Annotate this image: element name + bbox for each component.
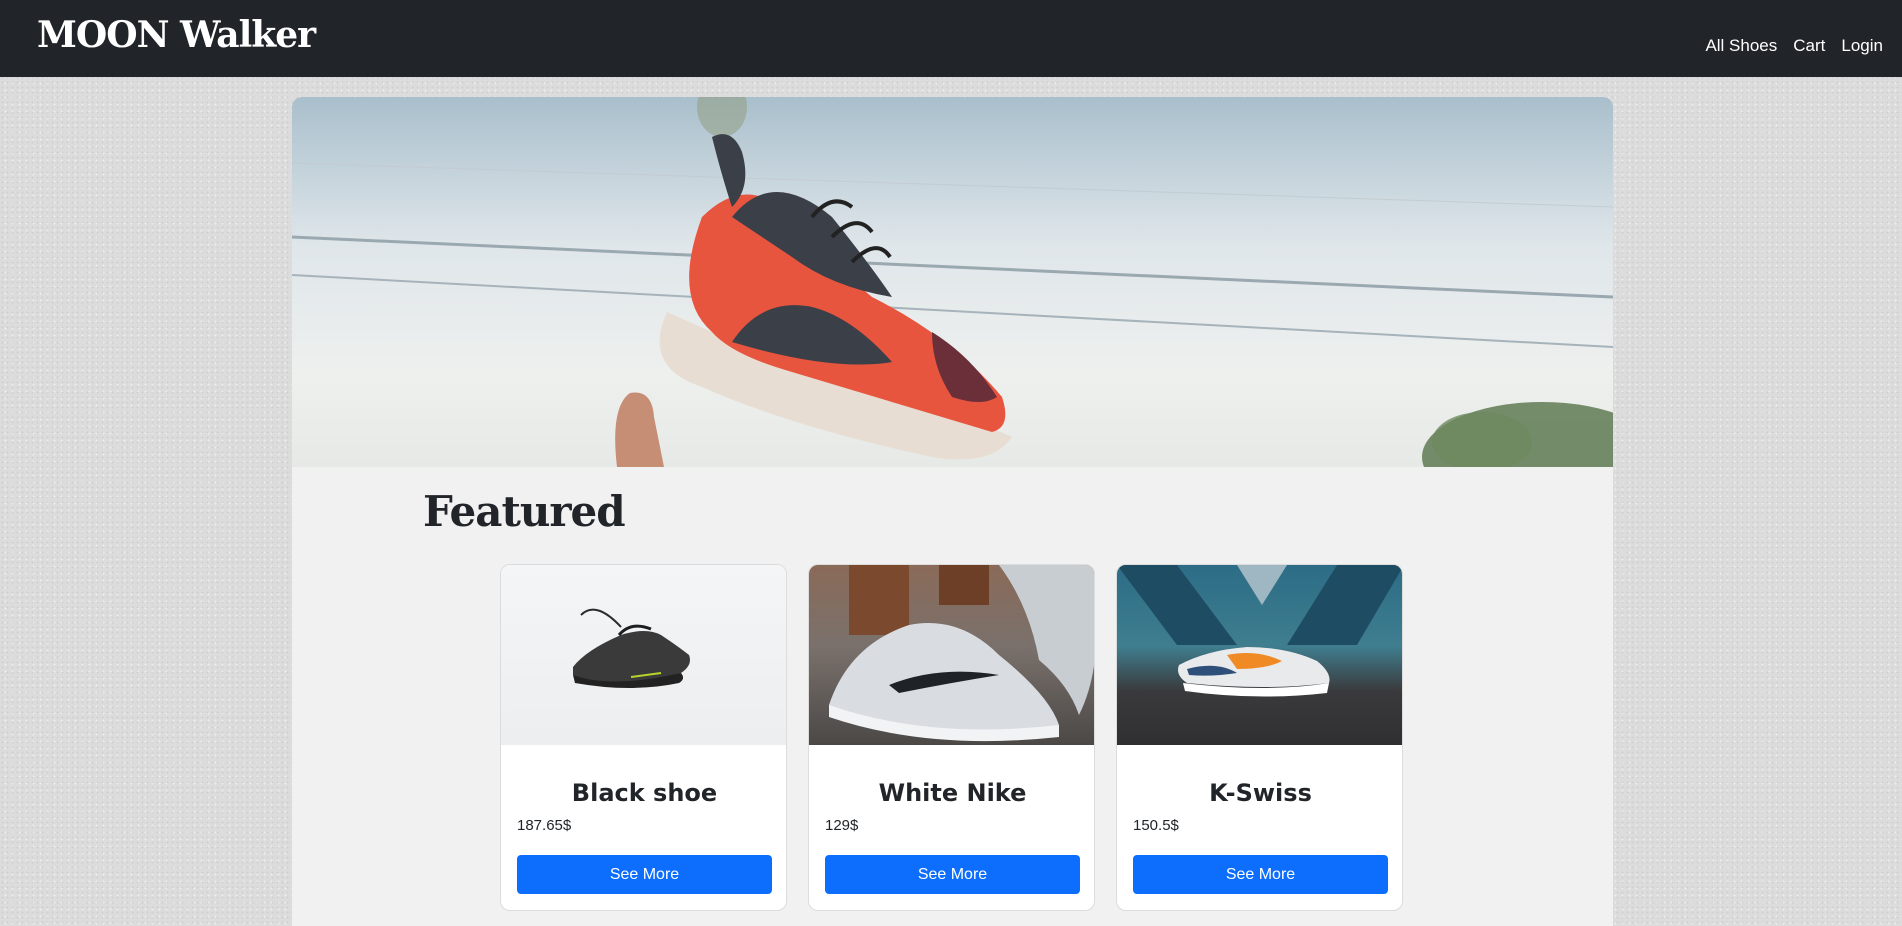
product-price: 129$ — [825, 817, 859, 834]
product-image — [1117, 565, 1402, 745]
product-title: Black shoe — [571, 779, 718, 807]
product-title: K-Swiss — [1209, 779, 1312, 807]
nav-link-login[interactable]: Login — [1841, 36, 1883, 56]
see-more-button[interactable]: See More — [825, 855, 1080, 894]
product-image — [501, 565, 786, 745]
see-more-button[interactable]: See More — [1133, 855, 1388, 894]
product-price: 150.5$ — [1133, 817, 1179, 834]
hero-banner-image — [292, 97, 1613, 467]
product-card-white-nike: White Nike 129$ See More — [808, 564, 1095, 911]
see-more-button[interactable]: See More — [517, 855, 772, 894]
brand-logo[interactable]: MOON Walker — [37, 14, 316, 56]
nav-links: All Shoes Cart Login — [1705, 36, 1883, 56]
product-card-k-swiss: K-Swiss 150.5$ See More — [1116, 564, 1403, 911]
product-price: 187.65$ — [517, 817, 572, 834]
product-image — [809, 565, 1094, 745]
nav-link-all-shoes[interactable]: All Shoes — [1705, 36, 1777, 56]
product-title: White Nike — [878, 779, 1027, 807]
nav-link-cart[interactable]: Cart — [1793, 36, 1825, 56]
product-card-black-shoe: Black shoe 187.65$ See More — [500, 564, 787, 911]
featured-heading: Featured — [423, 487, 626, 536]
main-content: Featured Black shoe 187.65$ See More Whi… — [292, 97, 1613, 926]
top-navbar: MOON Walker All Shoes Cart Login — [0, 0, 1902, 77]
